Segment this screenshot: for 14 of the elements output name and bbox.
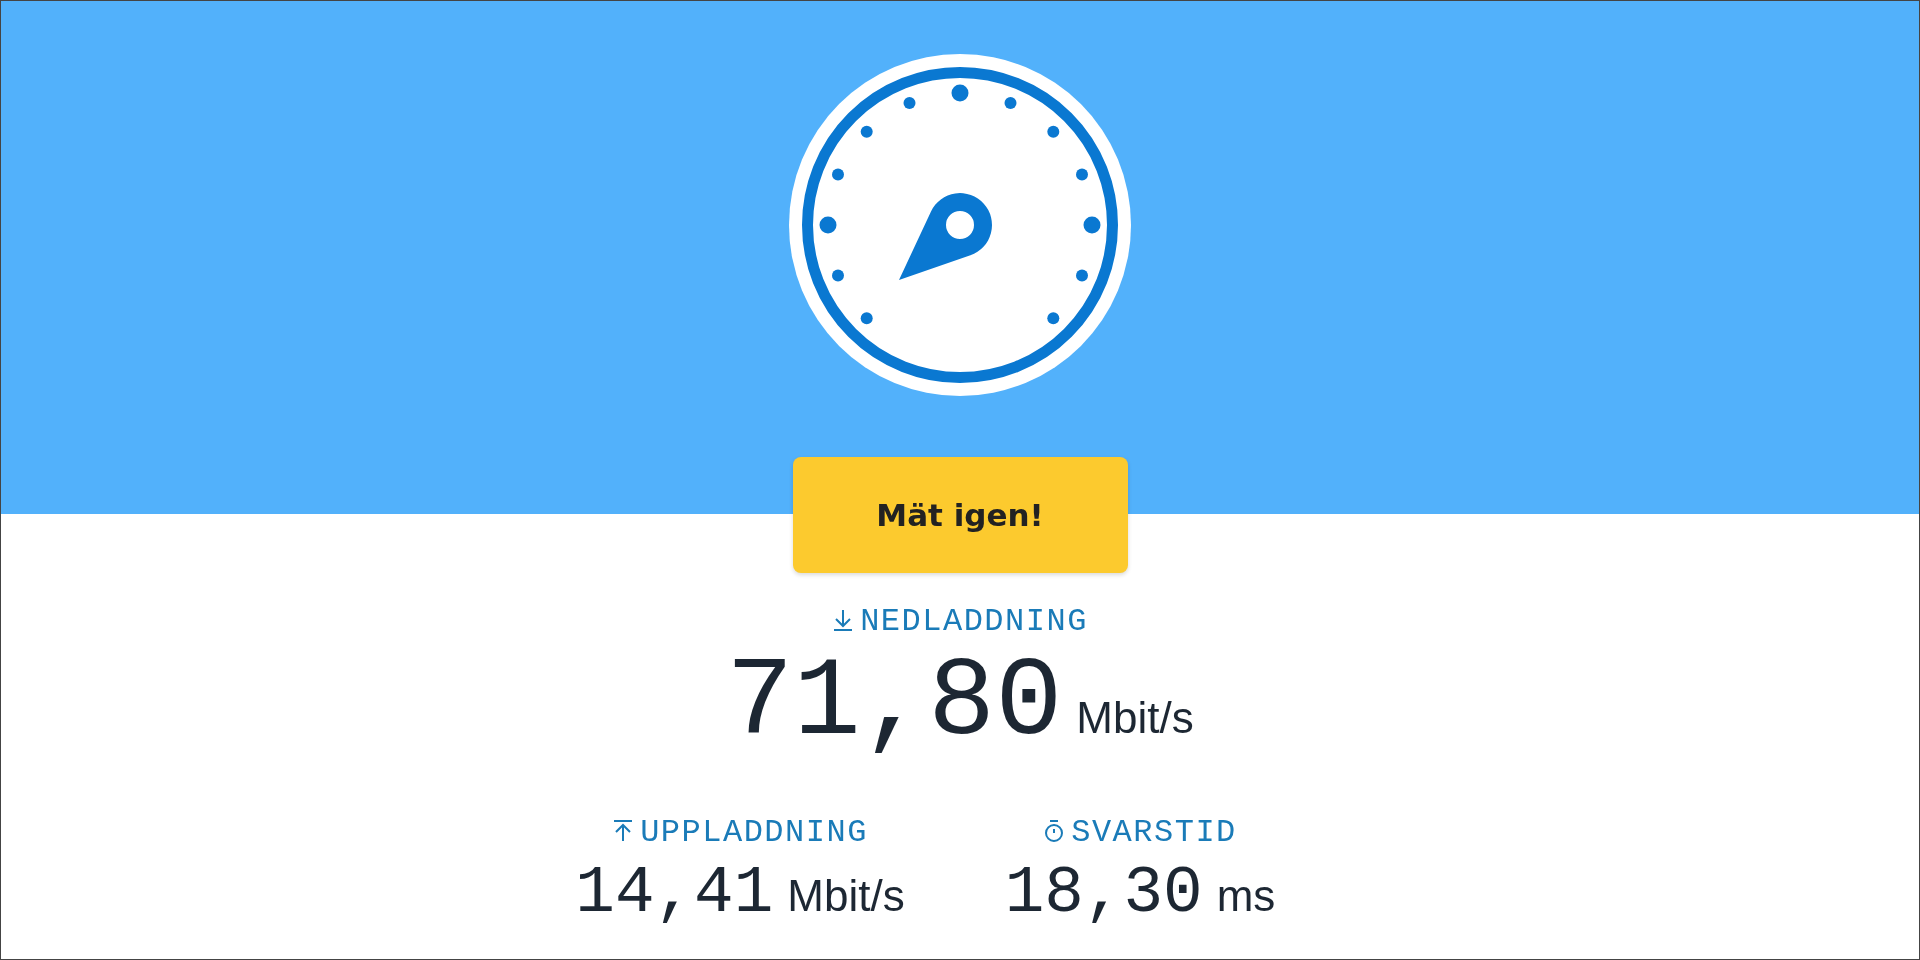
metric-value: 18,30	[1004, 858, 1203, 930]
upload-icon	[612, 819, 635, 843]
speedometer-icon	[788, 53, 1132, 397]
download-icon	[832, 608, 855, 632]
metric-label: NEDLADDNING	[860, 603, 1088, 641]
metric-label: UPPLADDNING	[640, 814, 868, 852]
metric-unit: Mbit/s	[787, 871, 905, 921]
metric-value: 14,41	[575, 858, 774, 930]
measure-again-button[interactable]: Mät igen!	[792, 457, 1128, 573]
metric-value: 71,80	[726, 646, 1063, 762]
stopwatch-icon	[1043, 819, 1066, 843]
metric-label: SVARSTID	[1071, 814, 1237, 852]
metric-unit: Mbit/s	[1076, 693, 1194, 743]
metric-unit: ms	[1216, 871, 1276, 921]
